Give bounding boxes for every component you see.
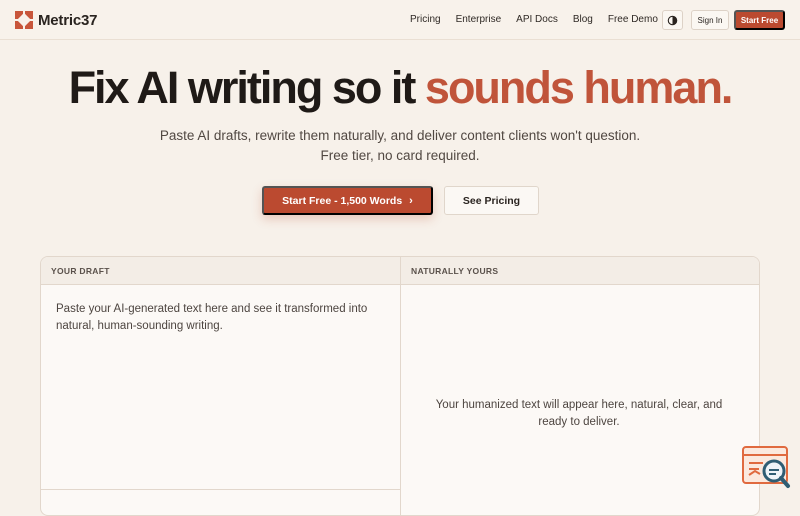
nav-link-api-docs[interactable]: API Docs (516, 14, 558, 25)
output-column-label: NATURALLY YOURS (411, 266, 499, 276)
theme-toggle-button[interactable] (662, 10, 683, 30)
nav-link-enterprise[interactable]: Enterprise (456, 14, 502, 25)
brand[interactable]: Metric37 (15, 11, 97, 29)
hero-subtitle-line-1: Paste AI drafts, rewrite them naturally,… (159, 128, 641, 143)
output-placeholder: Your humanized text will appear here, na… (435, 399, 723, 428)
draft-input[interactable]: Paste your AI-generated text here and se… (41, 286, 400, 490)
nav-link-blog[interactable]: Blog (573, 14, 593, 25)
draft-placeholder: Paste your AI-generated text here and se… (56, 303, 368, 332)
brand-name: Metric37 (38, 11, 98, 29)
search-analytics-widget[interactable] (741, 445, 791, 490)
start-free-button[interactable]: Start Free (734, 10, 785, 30)
draft-column-label: YOUR DRAFT (51, 266, 110, 276)
hero-title: Fix AI writing so it sounds human. (0, 62, 800, 114)
search-analytics-icon (742, 446, 790, 488)
chevron-right-icon: › (409, 194, 413, 207)
sign-in-button[interactable]: Sign In (691, 10, 729, 30)
see-pricing-button[interactable]: See Pricing (444, 186, 539, 215)
humanizer-panel: YOUR DRAFT NATURALLY YOURS Paste your AI… (40, 256, 760, 516)
theme-toggle-icon (667, 15, 678, 25)
top-nav: Metric37 Pricing Enterprise API Docs Blo… (0, 0, 800, 40)
column-divider (400, 257, 401, 515)
nav-links: Pricing Enterprise API Docs Blog Free De… (410, 14, 658, 25)
hero-title-accent: sounds human. (424, 62, 734, 113)
hero-subtitle: Paste AI drafts, rewrite them naturally,… (0, 126, 800, 166)
nav-link-pricing[interactable]: Pricing (410, 14, 441, 25)
nav-link-free-demo[interactable]: Free Demo (608, 14, 658, 25)
hero-title-main: Fix AI writing so it (68, 62, 417, 113)
logo-icon (15, 11, 33, 29)
start-free-cta-button[interactable]: Start Free - 1,500 Words › (262, 186, 433, 215)
hero-subtitle-line-2: Free tier, no card required. (320, 148, 480, 163)
start-free-cta-label: Start Free - 1,500 Words (282, 194, 403, 207)
